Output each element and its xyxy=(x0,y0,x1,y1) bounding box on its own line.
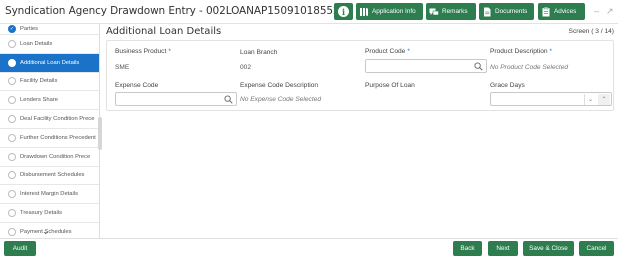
header-bar: Syndication Agency Drawdown Entry - 002L… xyxy=(0,0,618,24)
advices-label: Advices xyxy=(554,8,577,15)
step-circle-icon xyxy=(8,39,16,48)
advices-button[interactable]: Advices xyxy=(538,3,585,20)
expense-code-input[interactable] xyxy=(115,92,237,106)
expense-code-description-label: Expense Code Description xyxy=(240,82,319,89)
product-code-label: Product Code * xyxy=(365,48,410,55)
sidebar-item-parties[interactable]: ✓ Parties xyxy=(0,24,99,35)
grace-days-stepper[interactable]: ⌄ ⌃ xyxy=(490,92,612,106)
advices-icon xyxy=(542,6,550,16)
product-description-label: Product Description * xyxy=(490,48,553,55)
sidebar-item-label: Loan Details xyxy=(20,40,53,47)
chevron-up-icon[interactable]: ⌃ xyxy=(598,94,610,105)
application-info-label: Application Info xyxy=(372,8,416,15)
sidebar-item-label: Drawdown Condition Prece xyxy=(20,153,91,160)
sidebar-item-further-conditions[interactable]: Further Conditions Precedent xyxy=(0,129,99,148)
application-info-button[interactable]: Application Info xyxy=(356,3,423,20)
sidebar-item-disbursement-schedules[interactable]: Disbursement Schedules xyxy=(0,167,99,186)
sidebar-item-label: Lenders Share xyxy=(20,97,59,104)
step-circle-icon xyxy=(8,77,16,86)
chevron-down-icon[interactable]: ⌄ xyxy=(584,94,596,105)
sidebar-item-label: Deal Facility Condition Prece xyxy=(20,116,95,123)
minimize-icon[interactable]: – xyxy=(594,6,599,16)
sidebar-item-deal-facility-condition[interactable]: Deal Facility Condition Prece xyxy=(0,110,99,129)
remarks-icon xyxy=(429,8,439,15)
step-circle-icon xyxy=(8,171,16,180)
page-title: Additional Loan Details xyxy=(106,26,222,37)
search-icon[interactable] xyxy=(224,95,233,104)
sidebar-item-label: Facility Details xyxy=(20,78,58,85)
sidebar-item-interest-margin[interactable]: Interest Margin Details xyxy=(0,185,99,205)
sidebar-item-label: Further Conditions Precedent xyxy=(20,134,96,141)
sidebar-item-additional-loan-details[interactable]: Additional Loan Details xyxy=(0,53,99,73)
documents-button[interactable]: Documents xyxy=(479,3,534,20)
business-product-label: Business Product * xyxy=(115,48,171,55)
next-button[interactable]: Next xyxy=(488,241,518,256)
product-description-value: No Product Code Selected xyxy=(490,64,569,71)
search-icon[interactable] xyxy=(474,62,483,71)
sidebar-item-label: Parties xyxy=(20,26,39,32)
required-marker: * xyxy=(407,48,410,55)
documents-label: Documents xyxy=(495,8,528,15)
required-marker: * xyxy=(549,48,553,55)
cancel-button[interactable]: Cancel xyxy=(579,241,614,256)
step-circle-icon xyxy=(8,209,16,218)
audit-button[interactable]: Audit xyxy=(4,241,36,256)
screen-counter: Screen ( 3 / 14) xyxy=(568,28,614,35)
sidebar-item-label: Interest Margin Details xyxy=(20,191,78,198)
product-code-input[interactable] xyxy=(365,59,487,73)
business-product-value: SME xyxy=(115,64,130,71)
application-info-icon xyxy=(360,7,368,16)
sidebar: ✓ Parties Loan Details Additional Loan D… xyxy=(0,24,100,242)
sidebar-item-label: Treasury Details xyxy=(20,210,62,217)
details-panel: Business Product * SME Loan Branch 002 Pr… xyxy=(106,40,614,111)
chevron-down-icon[interactable]: ⌄ xyxy=(42,226,50,237)
step-circle-icon xyxy=(8,115,16,124)
sidebar-scrollbar[interactable] xyxy=(98,117,102,150)
sidebar-item-drawdown-condition[interactable]: Drawdown Condition Prece xyxy=(0,148,99,167)
expense-code-description-value: No Expense Code Selected xyxy=(240,96,322,103)
loan-branch-value: 002 xyxy=(240,64,252,71)
check-icon: ✓ xyxy=(8,25,16,33)
save-close-button[interactable]: Save & Close xyxy=(523,241,574,256)
remarks-button[interactable]: Remarks xyxy=(426,3,476,20)
info-icon: i xyxy=(338,6,349,17)
step-circle-icon xyxy=(8,227,16,236)
purpose-of-loan-label: Purpose Of Loan xyxy=(365,82,415,89)
window-title: Syndication Agency Drawdown Entry - 002L… xyxy=(5,5,340,17)
step-circle-icon xyxy=(8,133,16,142)
step-circle-icon xyxy=(8,152,16,161)
sidebar-item-lenders-share[interactable]: Lenders Share xyxy=(0,91,99,111)
sidebar-item-label: Disbursement Schedules xyxy=(20,172,85,179)
back-button[interactable]: Back xyxy=(453,241,482,256)
sidebar-item-treasury-details[interactable]: Treasury Details xyxy=(0,204,99,223)
grace-days-label: Grace Days xyxy=(490,82,525,89)
expand-icon[interactable]: ↗ xyxy=(606,6,614,17)
required-marker: * xyxy=(168,48,171,55)
info-button[interactable]: i xyxy=(334,3,353,20)
sidebar-item-facility-details[interactable]: Facility Details xyxy=(0,73,99,92)
remarks-label: Remarks xyxy=(442,8,468,15)
sidebar-item-label: Additional Loan Details xyxy=(20,59,80,66)
documents-icon xyxy=(484,7,491,16)
step-circle-icon xyxy=(8,58,16,67)
step-circle-icon xyxy=(8,96,16,105)
step-circle-icon xyxy=(8,190,16,199)
expense-code-label: Expense Code xyxy=(115,82,159,89)
loan-branch-label: Loan Branch xyxy=(240,49,278,56)
sidebar-item-loan-details[interactable]: Loan Details xyxy=(0,35,99,54)
